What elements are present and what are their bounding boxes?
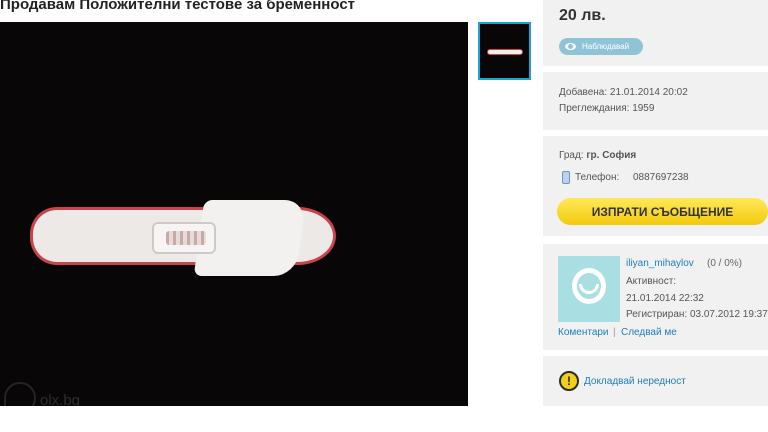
report-panel: ! Докладвай нередност xyxy=(543,356,768,406)
thumbnail-image xyxy=(487,49,523,55)
added-date: Добавена: 21.01.2014 20:02 xyxy=(559,87,688,98)
price-panel: 20 лв. Наблюдавай xyxy=(543,0,768,66)
comments-link[interactable]: Коментари xyxy=(558,327,609,338)
avatar[interactable] xyxy=(558,256,620,322)
watch-button[interactable]: Наблюдавай xyxy=(559,38,643,55)
send-message-button[interactable]: ИЗПРАТИ СЪОБЩЕНИЕ xyxy=(557,198,768,225)
watermark-text: olx.bg xyxy=(40,392,81,406)
user-panel: iliyan_mihaylov (0 / 0%) Активност: 21.0… xyxy=(543,244,768,350)
stats-panel: Добавена: 21.01.2014 20:02 Преглеждания:… xyxy=(543,72,768,130)
activity-time: 21.01.2014 22:32 xyxy=(626,293,704,304)
view-count: Преглеждания: 1959 xyxy=(559,103,655,114)
listing-title: Продавам Положителни тестове за бременно… xyxy=(0,0,356,13)
price: 20 лв. xyxy=(559,7,606,24)
phone-number[interactable]: 0887697238 xyxy=(633,172,689,183)
user-rating: (0 / 0%) xyxy=(707,258,743,269)
link-separator: | xyxy=(613,327,616,338)
thumbnail[interactable] xyxy=(478,22,531,80)
pregnancy-test-strip xyxy=(166,231,206,245)
eye-icon xyxy=(565,43,576,50)
registered-date: Регистриран: 03.07.2012 19:37 xyxy=(626,309,768,320)
phone-icon xyxy=(562,171,570,184)
watch-label: Наблюдавай xyxy=(582,42,630,51)
warning-icon: ! xyxy=(559,371,579,391)
follow-link[interactable]: Следвай ме xyxy=(621,327,677,338)
city-row: Град: гр. София xyxy=(559,150,636,161)
contact-panel: Град: гр. София Телефон: 0887697238 ИЗПР… xyxy=(543,136,768,236)
city-label: Град: xyxy=(559,150,584,161)
watermark-icon xyxy=(4,382,36,406)
phone-label: Телефон: xyxy=(575,172,620,183)
main-photo[interactable]: olx.bg xyxy=(0,22,468,406)
report-link[interactable]: Докладвай нередност xyxy=(584,376,686,387)
city-value: гр. София xyxy=(586,150,637,161)
username-link[interactable]: iliyan_mihaylov xyxy=(626,258,694,269)
activity-label: Активност: xyxy=(626,276,677,287)
